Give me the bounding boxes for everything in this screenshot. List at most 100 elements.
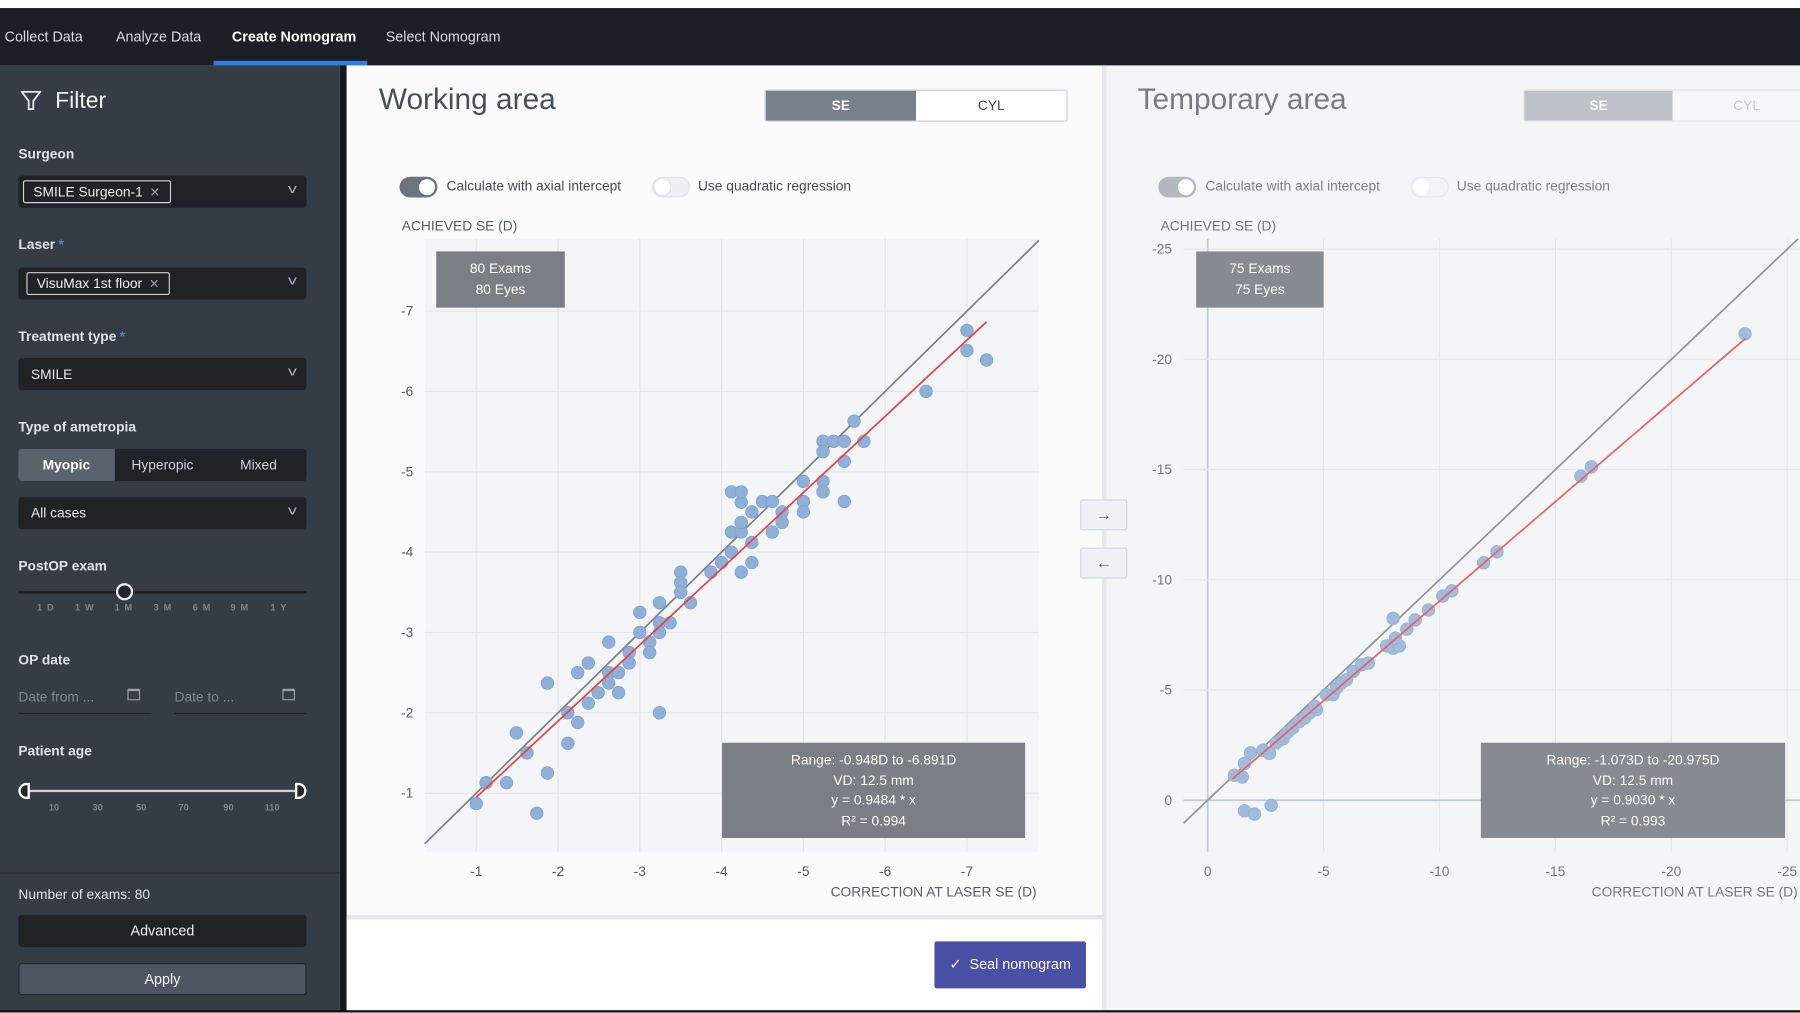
age-slider-min-handle[interactable] bbox=[18, 782, 30, 799]
chevron-down-icon: v bbox=[287, 182, 297, 197]
working-quadratic-toggle[interactable] bbox=[652, 176, 690, 198]
data-point bbox=[469, 796, 483, 811]
calendar-icon[interactable] bbox=[282, 688, 296, 701]
date-to-input[interactable]: Date to ... bbox=[174, 688, 307, 715]
data-point bbox=[509, 726, 523, 740]
age-slider-track[interactable] bbox=[25, 789, 299, 793]
seal-nomogram-button[interactable]: ✓ Seal nomogram bbox=[934, 941, 1086, 989]
sidebar-separator bbox=[0, 872, 340, 874]
working-se-cyl-toggle: SE CYL bbox=[764, 89, 1068, 122]
data-point bbox=[499, 776, 514, 790]
data-point bbox=[714, 555, 729, 570]
x-tick-label: -1 bbox=[470, 864, 482, 879]
data-point bbox=[1408, 613, 1422, 627]
temporary-quadratic-toggle[interactable] bbox=[1410, 176, 1449, 198]
temporary-axial-intercept-toggle[interactable] bbox=[1158, 176, 1197, 198]
postop-tick: 1 Y bbox=[270, 602, 288, 614]
temporary-quadratic-label: Use quadratic regression bbox=[1456, 177, 1610, 195]
temporary-axial-intercept-label: Calculate with axial intercept bbox=[1205, 177, 1380, 195]
data-point bbox=[837, 454, 851, 468]
y-axis-title: ACHIEVED SE (D) bbox=[1161, 219, 1277, 234]
data-point bbox=[652, 625, 667, 640]
ametropia-segmented-control: Myopic Hyperopic Mixed bbox=[18, 448, 307, 481]
ametropia-hyperopic[interactable]: Hyperopic bbox=[114, 449, 210, 481]
age-tick: 110 bbox=[264, 802, 280, 813]
remove-chip-icon[interactable]: ✕ bbox=[150, 186, 161, 200]
temporary-se-button[interactable]: SE bbox=[1524, 90, 1673, 121]
cases-select[interactable]: All cases v bbox=[18, 497, 307, 530]
postop-slider-track[interactable] bbox=[18, 591, 307, 594]
ametropia-myopic[interactable]: Myopic bbox=[18, 448, 115, 481]
top-nav: Collect Data Analyze Data Create Nomogra… bbox=[0, 8, 1800, 66]
data-point bbox=[674, 585, 688, 599]
surgeon-select[interactable]: SMILE Surgeon-1 ✕ v bbox=[18, 175, 307, 208]
advanced-button[interactable]: Advanced bbox=[18, 914, 307, 948]
seal-nomogram-label: Seal nomogram bbox=[969, 956, 1071, 973]
filter-icon bbox=[20, 90, 42, 110]
y-tick-label: -1 bbox=[401, 786, 413, 801]
sidebar-divider bbox=[339, 65, 347, 1013]
remove-chip-icon[interactable]: ✕ bbox=[149, 278, 160, 292]
data-point bbox=[765, 494, 779, 509]
laser-label: Laser * bbox=[18, 236, 64, 252]
y-tick-label: -4 bbox=[401, 545, 414, 560]
postop-tick: 6 M bbox=[192, 602, 212, 614]
vd-text: VD: 12.5 mm bbox=[833, 772, 914, 789]
working-axial-intercept-toggle[interactable] bbox=[399, 176, 438, 198]
required-marker: * bbox=[58, 236, 64, 253]
patient-age-label: Patient age bbox=[18, 742, 92, 759]
y-tick-label: -20 bbox=[1152, 352, 1172, 367]
y-axis-title: ACHIEVED SE (D) bbox=[402, 219, 518, 234]
x-tick-label: -4 bbox=[715, 864, 728, 879]
exam-count-text: 75 Exams bbox=[1229, 260, 1291, 277]
working-se-button[interactable]: SE bbox=[765, 90, 917, 121]
date-from-input[interactable]: Date from ... bbox=[18, 688, 152, 715]
data-point bbox=[581, 656, 595, 670]
data-point bbox=[611, 686, 626, 700]
y-tick-label: -2 bbox=[401, 705, 413, 720]
laser-chip: VisuMax 1st floor ✕ bbox=[26, 272, 170, 296]
x-tick-label: -6 bbox=[879, 864, 892, 879]
laser-label-text: Laser bbox=[18, 236, 56, 253]
x-tick-label: -5 bbox=[1317, 864, 1330, 879]
temporary-cyl-button[interactable]: CYL bbox=[1672, 90, 1800, 121]
equation-text: y = 0.9030 * x bbox=[1590, 792, 1676, 809]
laser-select[interactable]: VisuMax 1st floor ✕ v bbox=[18, 267, 307, 300]
temporary-se-cyl-toggle: SE CYL bbox=[1523, 89, 1800, 122]
apply-button[interactable]: Apply bbox=[18, 963, 307, 996]
tab-select-nomogram[interactable]: Select Nomogram bbox=[386, 29, 501, 45]
tab-create-nomogram[interactable]: Create Nomogram bbox=[232, 29, 356, 45]
working-axial-intercept-label: Calculate with axial intercept bbox=[446, 177, 622, 195]
postop-slider-thumb[interactable] bbox=[115, 583, 134, 601]
treatment-type-select[interactable]: SMILE v bbox=[18, 358, 307, 391]
data-point bbox=[734, 485, 748, 499]
y-tick-label: 0 bbox=[1164, 793, 1172, 808]
temporary-stats-box: Range: -1.073D to -20.975D VD: 12.5 mm y… bbox=[1480, 742, 1786, 839]
tab-collect-data[interactable]: Collect Data bbox=[5, 29, 83, 45]
postop-label: PostOP exam bbox=[18, 557, 107, 574]
working-cyl-button[interactable]: CYL bbox=[916, 90, 1067, 121]
tab-analyze-data[interactable]: Analyze Data bbox=[116, 29, 201, 45]
x-tick-label: -5 bbox=[797, 864, 810, 879]
data-point bbox=[775, 515, 789, 530]
ametropia-mixed[interactable]: Mixed bbox=[210, 449, 306, 481]
data-point bbox=[919, 384, 933, 399]
data-point bbox=[1386, 611, 1400, 626]
data-point bbox=[652, 596, 667, 610]
eye-count-text: 75 Eyes bbox=[1234, 280, 1285, 297]
x-tick-label: -20 bbox=[1661, 864, 1681, 879]
r-squared-text: R² = 0.994 bbox=[841, 812, 906, 829]
data-point bbox=[765, 525, 779, 539]
data-point bbox=[520, 746, 534, 760]
calendar-icon[interactable] bbox=[127, 688, 141, 701]
surgeon-chip-label: SMILE Surgeon-1 bbox=[33, 183, 143, 200]
data-point bbox=[540, 676, 555, 690]
data-point bbox=[837, 494, 851, 509]
data-point bbox=[704, 565, 718, 579]
working-area-title: Working area bbox=[378, 81, 556, 116]
range-text: Range: -1.073D to -20.975D bbox=[1546, 751, 1720, 768]
data-point bbox=[847, 414, 861, 428]
data-point bbox=[1243, 746, 1258, 760]
data-point bbox=[745, 535, 759, 550]
exam-count-text: 80 Exams bbox=[469, 260, 532, 277]
